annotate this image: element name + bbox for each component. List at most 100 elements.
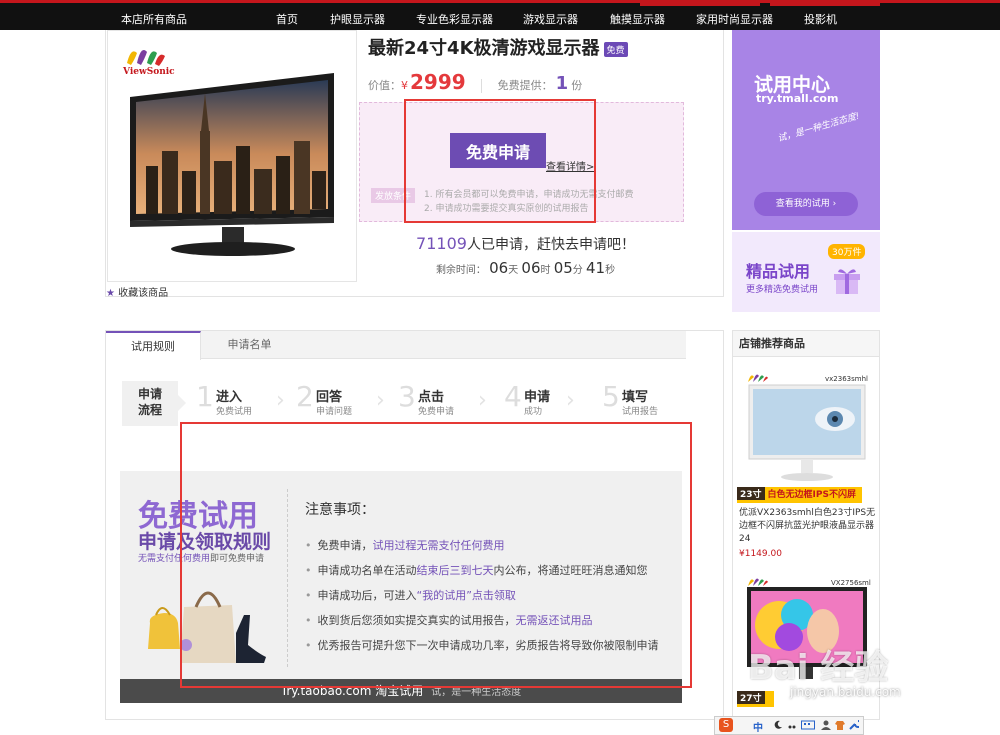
rules-item-text: 优秀报告可提升您下一次申请成功几率，劣质报告将导致你被限制申请 <box>317 639 659 652</box>
step-number: 5 <box>602 380 620 413</box>
step-number: 1 <box>196 380 214 413</box>
page: 本店所有商品 首页 护眼显示器 专业色彩显示器 游戏显示器 触摸显示器 家用时尚… <box>0 0 1000 735</box>
fine-trial-promo[interactable]: 30万件 精品试用 更多精选免费试用 <box>732 232 880 312</box>
step-process-label: 申请 流程 <box>122 381 178 426</box>
nav-pro-color[interactable]: 专业色彩显示器 <box>416 11 493 27</box>
product-title: 最新24寸4K极清游戏显示器 免费 <box>368 34 628 60</box>
rules-item: • 免费申请，试用过程无需支付任何费用 <box>305 533 659 558</box>
bullet-icon: • <box>305 539 312 552</box>
viewsonic-birds-icon <box>127 50 165 66</box>
product-title-text: 最新24寸4K极清游戏显示器 <box>368 38 600 59</box>
nav-eye-care[interactable]: 护眼显示器 <box>330 11 385 27</box>
step-title: 回答 <box>316 390 343 405</box>
step-sub: 申请问题 <box>316 407 353 417</box>
rules-list: • 免费申请，试用过程无需支付任何费用 • 申请成功名单在活动结束后三到七天内公布，… <box>305 533 659 658</box>
notice-list: 1. 所有会员都可以免费申请，申请成功无需支付邮费 2. 申请成功需要提交真实原… <box>424 188 633 216</box>
rules-item-highlight: 结束后三到七天 <box>416 564 494 577</box>
rules-panel: 试用规则 申请名单 申请 流程 1 进入 免费试用 › 2 回答 申请问题 › 3… <box>105 330 724 720</box>
step-title: 点击 <box>418 390 445 405</box>
step-title: 填写 <box>622 390 649 405</box>
recommend-size: 27寸 <box>737 691 765 704</box>
rules-sub-title: 申请及领取规则 <box>138 531 272 553</box>
step-arrow <box>178 395 186 411</box>
step-sub: 试用报告 <box>622 407 659 417</box>
days-unit: 天 <box>508 265 519 276</box>
currency: ¥ <box>401 79 408 92</box>
ime-toolbar: S 中 <box>714 716 864 735</box>
rules-item-highlight: 无需返还试用品 <box>515 614 593 627</box>
free-apply-button[interactable]: 免费申请 <box>450 133 546 168</box>
seconds-unit: 秒 <box>605 265 616 276</box>
sogou-icon[interactable]: S <box>719 718 733 732</box>
tab-apply-list[interactable]: 申请名单 <box>202 331 297 359</box>
rules-small-highlight: 无需支付任何费用 <box>138 554 211 564</box>
price-value: 2999 <box>410 70 466 94</box>
supply-label: 免费提供： <box>497 79 553 92</box>
recommend-price: ¥1149.00 <box>739 549 782 559</box>
watermark-sub: jingyan.baidu.com <box>790 685 901 699</box>
my-trial-label: 查看我的试用 <box>775 199 830 209</box>
moon-icon[interactable] <box>773 720 783 730</box>
fine-trial-badge: 30万件 <box>828 244 866 259</box>
rules-item-highlight[interactable]: “我的试用”点击领取 <box>417 589 516 602</box>
tab-trial-rules[interactable]: 试用规则 <box>106 331 201 360</box>
user-icon[interactable] <box>821 720 831 730</box>
price-label: 价值： <box>368 79 401 92</box>
monitor-illustration <box>130 73 334 256</box>
shirt-icon[interactable] <box>835 720 845 730</box>
minutes-unit: 分 <box>572 265 583 276</box>
apply-process-steps: 申请 流程 1 进入 免费试用 › 2 回答 申请问题 › 3 点击 免费申请 › <box>122 380 682 426</box>
price-row: 价值：¥ 2999 免费提供： 1 份 <box>368 70 582 94</box>
apply-box: 免费申请 查看详情> 发放条件 1. 所有会员都可以免费申请，申请成功无需支付邮… <box>359 102 684 222</box>
try-center-promo[interactable]: 试用中心 try.tmall.com 试，是一种生活态度! 查看我的试用 › <box>732 30 880 230</box>
minutes-value: 05 <box>553 259 573 277</box>
recommend-product-image[interactable] <box>739 379 875 493</box>
my-trial-button[interactable]: 查看我的试用 › <box>754 192 858 216</box>
supply-qty: 1 <box>555 73 569 94</box>
product-image[interactable]: ViewSonic <box>107 30 357 282</box>
ime-language[interactable]: 中 <box>753 719 763 734</box>
countdown: 剩余时间： 06天 06时 05分 41秒 <box>368 259 683 277</box>
time-label: 剩余时间： <box>435 265 486 276</box>
nav-projector[interactable]: 投影机 <box>804 11 837 27</box>
step-sub: 免费申请 <box>418 407 455 417</box>
rules-footer: Try.taobao.com 淘宝试用 试，是一种生活态度 <box>120 679 682 703</box>
notice-item: 1. 所有会员都可以免费申请，申请成功无需支付邮费 <box>424 190 634 200</box>
watermark: Bai 经验 <box>748 648 889 688</box>
fine-trial-sub: 更多精选免费试用 <box>746 285 819 295</box>
rules-item-text: 申请成功后，可进入 <box>317 589 417 602</box>
step-process-line: 流程 <box>137 403 162 417</box>
nav-touch[interactable]: 触摸显示器 <box>610 11 665 27</box>
supply-unit: 份 <box>571 79 583 92</box>
nav-all-products[interactable]: 本店所有商品 <box>121 11 187 27</box>
view-details-link[interactable]: 查看详情> <box>546 158 594 173</box>
notice-tag: 发放条件 <box>371 188 416 203</box>
rules-small-text: 无需支付任何费用即可免费申请 <box>138 551 264 564</box>
nav-gaming[interactable]: 游戏显示器 <box>523 11 578 27</box>
nav-decoration <box>770 0 880 6</box>
recommend-tag: 23寸 白色无边框IPS不闪屏 <box>737 487 862 503</box>
wrench-icon[interactable] <box>849 720 859 730</box>
step-number: 3 <box>398 380 416 413</box>
recommend-heading: 店铺推荐商品 <box>733 331 879 357</box>
product-panel: ViewSonic ★ 收藏该商品 最新24寸4K极清游戏显示器 免费 价值：¥… <box>105 30 724 299</box>
favorite-link[interactable]: ★ 收藏该商品 <box>106 284 168 299</box>
step-title: 申请 <box>524 390 551 405</box>
bullet-icon: • <box>305 564 312 577</box>
recommend-size: 23寸 <box>737 487 765 500</box>
punctuation-icon[interactable] <box>787 720 797 730</box>
rules-item: • 优秀报告可提升您下一次申请成功几率，劣质报告将导致你被限制申请 <box>305 633 659 658</box>
try-center-slogan: 试，是一种生活态度! <box>776 111 861 145</box>
step-number: 2 <box>296 380 314 413</box>
recommend-title[interactable]: 优派VX2363smhl白色23寸IPS无边框不闪屏抗蓝光护眼液晶显示器24 <box>739 507 877 546</box>
rules-heading: 注意事项： <box>305 502 375 518</box>
nav-home-fashion[interactable]: 家用时尚显示器 <box>696 11 773 27</box>
hours-value: 06 <box>521 259 541 277</box>
notice-item: 2. 申请成功需要提交真实原创的试用报告 <box>424 204 589 214</box>
keyboard-icon[interactable] <box>801 720 815 730</box>
nav-home[interactable]: 首页 <box>276 11 298 27</box>
step-process-line: 申请 <box>137 387 162 401</box>
step-sub: 成功 <box>524 407 543 417</box>
step-sub: 免费试用 <box>216 407 253 417</box>
step-number: 4 <box>504 380 522 413</box>
